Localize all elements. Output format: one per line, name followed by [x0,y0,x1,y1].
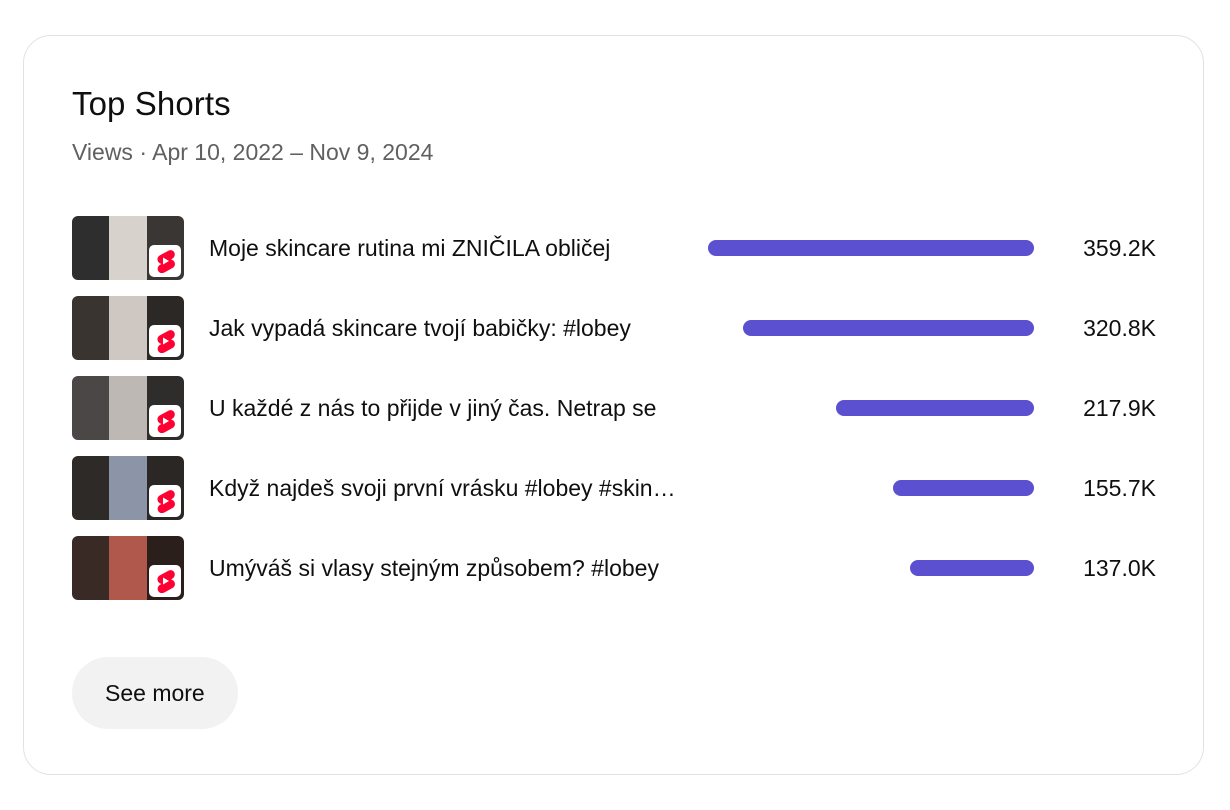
views-bar [742,320,1034,336]
thumbnail-segment [72,216,110,280]
shorts-list: Moje skincare rutina mi ZNIČILA obličej … [72,216,1156,616]
short-views: 320.8K [1083,315,1156,341]
views-bar-track [708,560,1034,576]
views-bar [892,480,1034,496]
views-bar-track [708,320,1034,336]
short-title[interactable]: U každé z nás to přijde v jiný čas. Netr… [209,376,679,440]
short-row[interactable]: Umýváš si vlasy stejným způsobem? #lobey… [72,536,1156,600]
top-shorts-card: Top Shorts Views · Apr 10, 2022 – Nov 9,… [23,35,1204,775]
short-thumbnail[interactable] [72,216,184,280]
short-title[interactable]: Moje skincare rutina mi ZNIČILA obličej [209,216,679,280]
short-thumbnail[interactable] [72,456,184,520]
views-bar [836,400,1034,416]
thumbnail-segment [72,456,110,520]
thumbnail-segment [109,536,147,600]
see-more-button[interactable]: See more [72,657,238,729]
thumbnail-segment [109,376,147,440]
short-thumbnail[interactable] [72,376,184,440]
shorts-logo-icon [157,250,175,273]
views-bar-track [708,400,1034,416]
thumbnail-segment [109,456,147,520]
thumbnail-segment [109,216,147,280]
short-views: 217.9K [1083,395,1156,421]
short-views: 359.2K [1083,235,1156,261]
youtube-shorts-icon [149,245,181,277]
views-bar [909,560,1034,576]
short-title[interactable]: Když najdeš svoji první vrásku #lobey #s… [209,456,679,520]
shorts-logo-icon [157,330,175,353]
short-thumbnail[interactable] [72,296,184,360]
card-subtitle: Views · Apr 10, 2022 – Nov 9, 2024 [72,139,434,165]
views-bar-track [708,240,1034,256]
short-row[interactable]: Moje skincare rutina mi ZNIČILA obličej … [72,216,1156,280]
youtube-shorts-icon [149,565,181,597]
shorts-logo-icon [157,410,175,433]
thumbnail-segment [72,376,110,440]
short-views: 137.0K [1083,555,1156,581]
shorts-logo-icon [157,570,175,593]
thumbnail-segment [72,536,110,600]
youtube-shorts-icon [149,485,181,517]
youtube-shorts-icon [149,325,181,357]
shorts-logo-icon [157,490,175,513]
thumbnail-segment [109,296,147,360]
short-title[interactable]: Umýváš si vlasy stejným způsobem? #lobey [209,536,679,600]
short-views: 155.7K [1083,475,1156,501]
views-bar [708,240,1034,256]
short-thumbnail[interactable] [72,536,184,600]
thumbnail-segment [72,296,110,360]
youtube-shorts-icon [149,405,181,437]
short-row[interactable]: Když najdeš svoji první vrásku #lobey #s… [72,456,1156,520]
short-row[interactable]: U každé z nás to přijde v jiný čas. Netr… [72,376,1156,440]
card-title: Top Shorts [72,85,231,122]
views-bar-track [708,480,1034,496]
short-title[interactable]: Jak vypadá skincare tvojí babičky: #lobe… [209,296,679,360]
short-row[interactable]: Jak vypadá skincare tvojí babičky: #lobe… [72,296,1156,360]
